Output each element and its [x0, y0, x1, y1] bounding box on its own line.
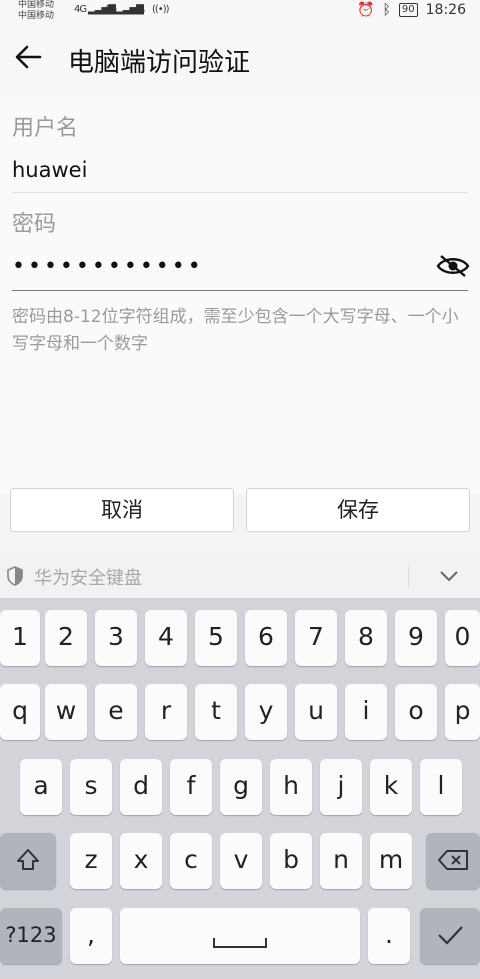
alarm-icon: ⏰: [357, 2, 375, 18]
key-y[interactable]: y: [245, 684, 287, 740]
key-j[interactable]: j: [320, 759, 362, 815]
key-3[interactable]: 3: [95, 610, 137, 666]
username-label: 用户名: [12, 116, 79, 141]
key-8[interactable]: 8: [345, 610, 387, 666]
backspace-icon: [438, 850, 468, 870]
key-s[interactable]: s: [70, 759, 112, 815]
key-h[interactable]: h: [270, 759, 312, 815]
battery-level: 90: [398, 3, 418, 17]
clock: 18:26: [425, 2, 466, 18]
key-q[interactable]: q: [0, 684, 40, 740]
network-1: 4G: [74, 4, 87, 15]
key-w[interactable]: w: [45, 684, 87, 740]
key-f[interactable]: f: [170, 759, 212, 815]
space-icon: [213, 938, 267, 948]
hide-password-eye-icon[interactable]: [436, 253, 470, 279]
key-e[interactable]: e: [95, 684, 137, 740]
carrier-1: 中国移动: [18, 0, 55, 10]
key-7[interactable]: 7: [295, 610, 337, 666]
backspace-key[interactable]: [426, 833, 480, 889]
back-arrow-icon[interactable]: [12, 40, 46, 74]
key-6[interactable]: 6: [245, 610, 287, 666]
password-input[interactable]: ••••••••••••: [12, 254, 204, 279]
done-check-icon: [438, 926, 463, 945]
bluetooth-icon: ᛒ: [382, 2, 391, 18]
keyboard-header-divider: [408, 566, 409, 588]
key-u[interactable]: u: [295, 684, 337, 740]
password-divider: [12, 290, 468, 291]
key-z[interactable]: z: [70, 833, 112, 889]
page-title: 电脑端访问验证: [68, 48, 251, 78]
key-1[interactable]: 1: [0, 610, 40, 666]
key-c[interactable]: c: [170, 833, 212, 889]
key-i[interactable]: i: [345, 684, 387, 740]
key-0[interactable]: 0: [445, 610, 480, 666]
period-key[interactable]: .: [368, 908, 410, 964]
key-r[interactable]: r: [145, 684, 187, 740]
cancel-button[interactable]: 取消: [10, 488, 234, 532]
key-p[interactable]: p: [445, 684, 480, 740]
chevron-down-icon[interactable]: [438, 568, 460, 584]
key-o[interactable]: o: [395, 684, 437, 740]
network-2: 4G: [104, 4, 117, 15]
space-key[interactable]: [120, 908, 360, 964]
key-x[interactable]: x: [120, 833, 162, 889]
key-5[interactable]: 5: [195, 610, 237, 666]
key-n[interactable]: n: [320, 833, 362, 889]
carrier-2: 中国移动: [18, 11, 55, 21]
security-keyboard: 1 2 3 4 5 6 7 8 9 0 q w e r t y u i o p …: [0, 598, 480, 979]
done-key[interactable]: [420, 908, 480, 964]
key-9[interactable]: 9: [395, 610, 437, 666]
keyboard-title: 华为安全键盘: [34, 568, 142, 589]
comma-key[interactable]: ,: [70, 908, 112, 964]
key-b[interactable]: b: [270, 833, 312, 889]
wifi-icon: ◠: [134, 4, 145, 19]
key-t[interactable]: t: [195, 684, 237, 740]
shield-icon: [7, 566, 23, 586]
key-4[interactable]: 4: [145, 610, 187, 666]
password-rule-hint: 密码由8-12位字符组成，需至少包含一个大写字母、一个小写字母和一个数字: [12, 307, 459, 354]
status-bar: 中国移动 中国移动 4G ▂▃▅▇ 4G ▂▃▅▇ ◠ ((•)) ⏰ ᛒ 90…: [0, 0, 480, 26]
username-input[interactable]: huawei: [12, 158, 87, 182]
key-v[interactable]: v: [220, 833, 262, 889]
key-2[interactable]: 2: [45, 610, 87, 666]
key-m[interactable]: m: [370, 833, 412, 889]
shift-icon: [17, 849, 39, 870]
shift-key[interactable]: [0, 833, 56, 889]
save-button[interactable]: 保存: [246, 488, 470, 532]
hotspot-icon: ((•)): [152, 4, 169, 15]
carrier-info: 中国移动 中国移动: [18, 0, 54, 22]
key-k[interactable]: k: [370, 759, 412, 815]
keyboard-header: 华为安全键盘: [0, 554, 480, 598]
key-l[interactable]: l: [420, 759, 462, 815]
password-label: 密码: [12, 212, 57, 237]
username-divider: [12, 192, 468, 193]
key-a[interactable]: a: [20, 759, 62, 815]
key-g[interactable]: g: [220, 759, 262, 815]
app-bar: 电脑端访问验证: [0, 26, 480, 94]
verification-form: 用户名 huawei 密码 •••••••••••• 密码由8-12位字符组成，…: [0, 94, 480, 494]
key-d[interactable]: d: [120, 759, 162, 815]
symbols-key[interactable]: ?123: [0, 908, 62, 964]
